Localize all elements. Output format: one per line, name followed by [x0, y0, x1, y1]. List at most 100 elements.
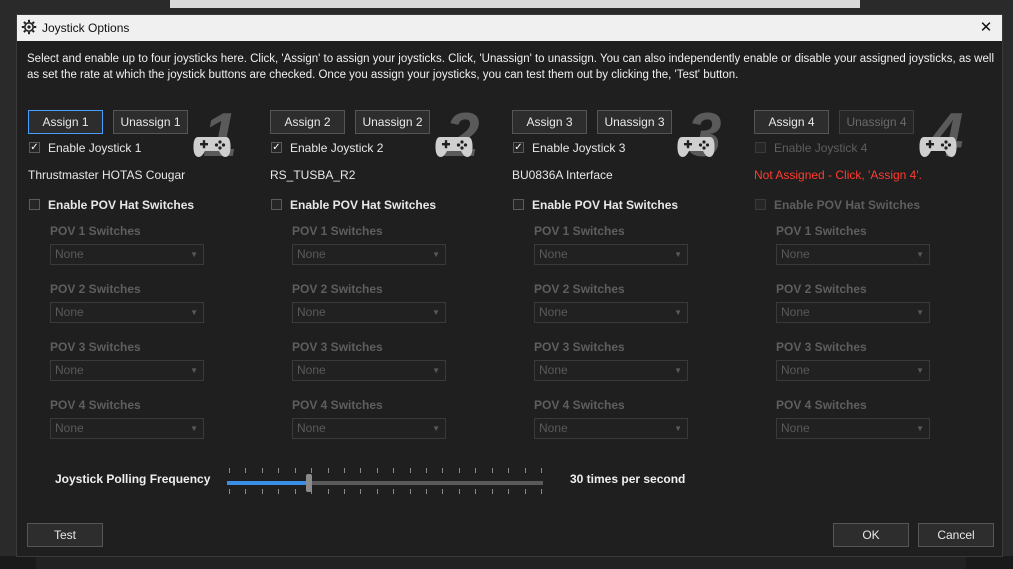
assign-button-2[interactable]: Assign 2 — [270, 110, 345, 134]
polling-frequency-slider[interactable] — [227, 463, 543, 503]
slider-tick — [360, 468, 362, 473]
pov-select-value: None — [297, 363, 326, 377]
enable-joystick-label: Enable Joystick 2 — [290, 141, 384, 155]
slider-tick — [229, 468, 230, 473]
chevron-down-icon: ▼ — [674, 250, 682, 259]
slider-tick — [278, 489, 280, 494]
chevron-down-icon: ▼ — [190, 424, 198, 433]
pov-4-switches-select[interactable]: None ▼ — [50, 418, 204, 439]
device-name: BU0836A Interface — [512, 168, 613, 182]
chevron-down-icon: ▼ — [674, 366, 682, 375]
ok-button[interactable]: OK — [833, 523, 909, 547]
slider-tick — [376, 489, 378, 494]
background-area — [0, 556, 1013, 569]
assign-button-4[interactable]: Assign 4 — [754, 110, 829, 134]
pov-3-switches-select[interactable]: None ▼ — [534, 360, 688, 381]
slider-tick — [409, 468, 411, 473]
slider-tick — [327, 489, 329, 494]
assign-button-1[interactable]: Assign 1 — [28, 110, 103, 134]
close-icon: ✕ — [979, 19, 993, 36]
enable-joystick-checkbox[interactable]: ✓ — [271, 142, 282, 153]
slider-thumb[interactable] — [306, 474, 313, 492]
pov-select-value: None — [781, 363, 810, 377]
pov-2-switches-label: POV 2 Switches — [534, 282, 625, 296]
close-button[interactable]: ✕ — [976, 18, 996, 38]
pov-1-switches-select[interactable]: None ▼ — [776, 244, 930, 265]
slider-tick — [376, 468, 378, 473]
enable-joystick-checkbox[interactable] — [755, 142, 766, 153]
chevron-down-icon: ▼ — [432, 250, 440, 259]
gamepad-icon — [919, 137, 957, 157]
slider-tick — [311, 468, 313, 473]
unassign-button-2[interactable]: Unassign 2 — [355, 110, 430, 134]
enable-joystick-checkbox[interactable]: ✓ — [29, 142, 40, 153]
slider-tick — [442, 468, 444, 473]
pov-select-value: None — [55, 305, 84, 319]
pov-2-switches-select[interactable]: None ▼ — [50, 302, 204, 323]
pov-select-value: None — [781, 421, 810, 435]
slider-tick — [393, 468, 395, 473]
device-name: Thrustmaster HOTAS Cougar — [28, 168, 186, 182]
device-name: RS_TUSBA_R2 — [270, 168, 356, 182]
unassign-button-4[interactable]: Unassign 4 — [839, 110, 914, 134]
pov-3-switches-label: POV 3 Switches — [50, 340, 141, 354]
chevron-down-icon: ▼ — [674, 424, 682, 433]
pov-select-value: None — [781, 305, 810, 319]
slider-tick — [261, 468, 263, 473]
slider-tick — [393, 489, 395, 494]
unassign-button-3[interactable]: Unassign 3 — [597, 110, 672, 134]
polling-frequency-value: 30 times per second — [570, 472, 686, 486]
pov-3-switches-select[interactable]: None ▼ — [292, 360, 446, 381]
pov-3-switches-select[interactable]: None ▼ — [776, 360, 930, 381]
pov-select-value: None — [297, 305, 326, 319]
enable-joystick-label: Enable Joystick 4 — [774, 141, 868, 155]
gear-icon — [21, 19, 37, 35]
pov-4-switches-select[interactable]: None ▼ — [534, 418, 688, 439]
pov-1-switches-select[interactable]: None ▼ — [534, 244, 688, 265]
pov-select-value: None — [539, 421, 568, 435]
joystick-column-2: 2 Assign 2 Unassign 2 ✓ Enable Joystick 2 RS_… — [269, 105, 499, 459]
enable-joystick-checkbox[interactable]: ✓ — [513, 142, 524, 153]
unassign-button-1[interactable]: Unassign 1 — [113, 110, 188, 134]
cancel-button[interactable]: Cancel — [918, 523, 994, 547]
chevron-down-icon: ▼ — [674, 308, 682, 317]
pov-2-switches-select[interactable]: None ▼ — [534, 302, 688, 323]
chevron-down-icon: ▼ — [432, 366, 440, 375]
pov-3-switches-label: POV 3 Switches — [534, 340, 625, 354]
assign-button-3[interactable]: Assign 3 — [512, 110, 587, 134]
slider-tick — [294, 468, 296, 473]
joystick-column-1: 1 Assign 1 Unassign 1 ✓ Enable Joystick 1 Thr… — [27, 105, 257, 459]
pov-2-switches-select[interactable]: None ▼ — [776, 302, 930, 323]
pov-1-switches-label: POV 1 Switches — [534, 224, 625, 238]
slider-tick — [261, 489, 263, 494]
pov-select-value: None — [297, 421, 326, 435]
enable-pov-checkbox[interactable] — [513, 199, 524, 210]
device-name: Not Assigned - Click, 'Assign 4'. — [754, 168, 922, 182]
enable-pov-label: Enable POV Hat Switches — [532, 198, 679, 212]
enable-pov-checkbox[interactable] — [29, 199, 40, 210]
pov-1-switches-select[interactable]: None ▼ — [292, 244, 446, 265]
joystick-options-dialog: Joystick Options ✕ Select and enable up … — [16, 14, 1003, 557]
pov-3-switches-label: POV 3 Switches — [776, 340, 867, 354]
pov-1-switches-select[interactable]: None ▼ — [50, 244, 204, 265]
pov-1-switches-label: POV 1 Switches — [50, 224, 141, 238]
pov-4-switches-select[interactable]: None ▼ — [292, 418, 446, 439]
chevron-down-icon: ▼ — [190, 250, 198, 259]
enable-pov-checkbox[interactable] — [271, 199, 282, 210]
enable-pov-checkbox[interactable] — [755, 199, 766, 210]
pov-4-switches-select[interactable]: None ▼ — [776, 418, 930, 439]
pov-select-value: None — [539, 305, 568, 319]
slider-tick — [508, 489, 510, 494]
pov-2-switches-select[interactable]: None ▼ — [292, 302, 446, 323]
slider-tick — [508, 468, 510, 473]
instructions-text: Select and enable up to four joysticks h… — [27, 53, 994, 81]
slider-tick — [294, 489, 296, 494]
test-button[interactable]: Test — [27, 523, 103, 547]
slider-tick — [343, 468, 345, 473]
slider-tick — [541, 489, 542, 494]
pov-select-value: None — [55, 421, 84, 435]
enable-joystick-label: Enable Joystick 3 — [532, 141, 626, 155]
slider-tick — [524, 489, 526, 494]
pov-1-switches-label: POV 1 Switches — [292, 224, 383, 238]
pov-3-switches-select[interactable]: None ▼ — [50, 360, 204, 381]
